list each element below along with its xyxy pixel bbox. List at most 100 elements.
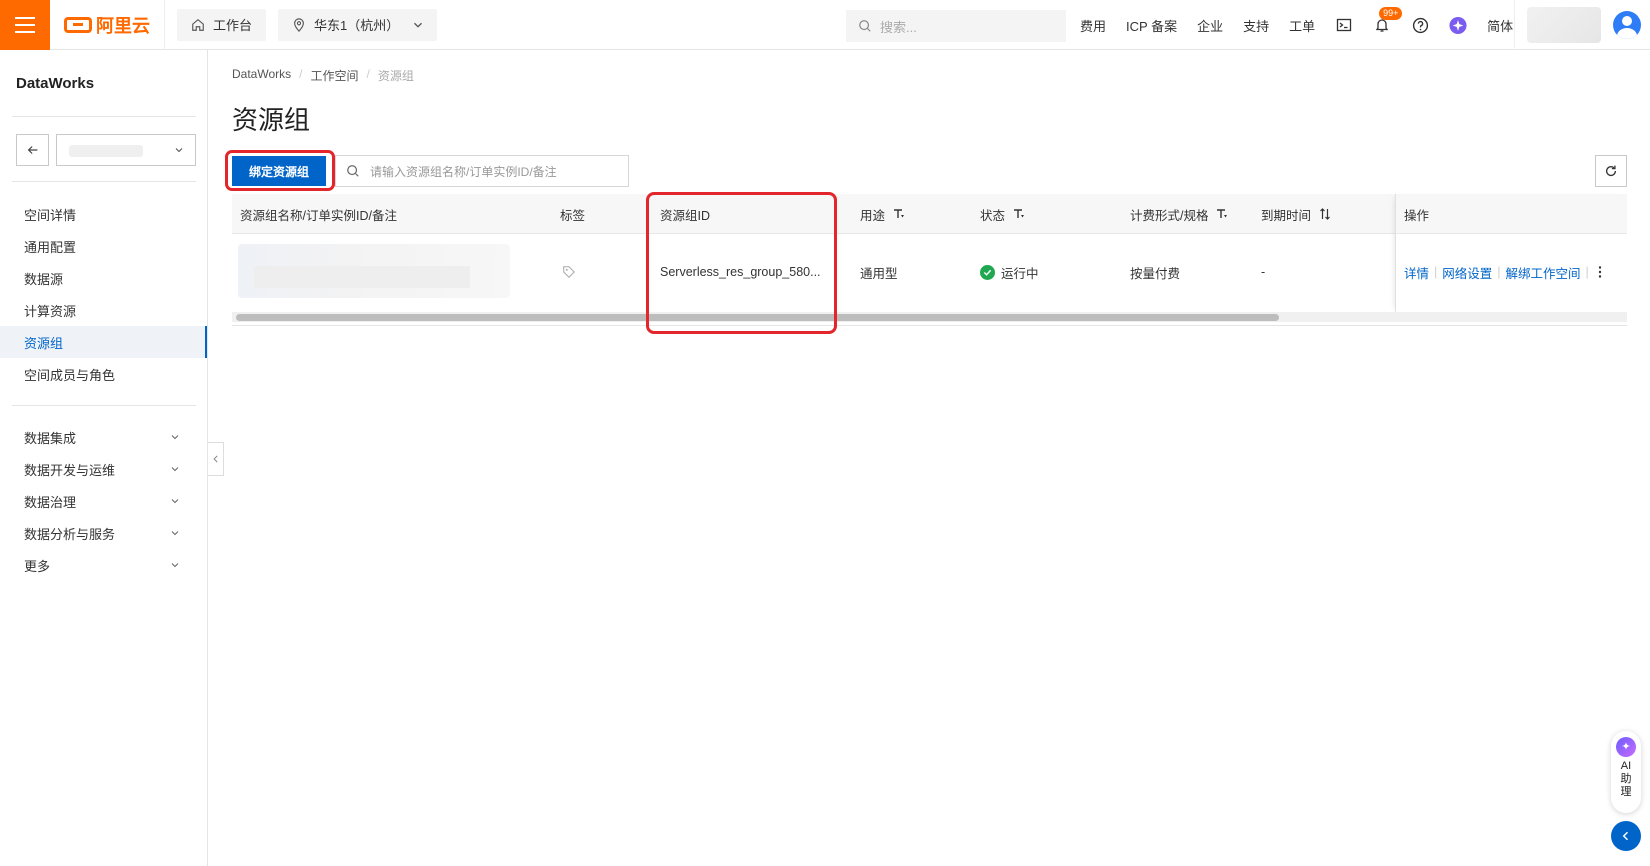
bind-resource-group-button[interactable]: 绑定资源组 [232, 156, 326, 186]
home-icon [192, 18, 204, 31]
breadcrumb-separator: / [366, 67, 370, 81]
workbench-button[interactable]: 工作台 [177, 8, 267, 41]
account-name-redacted [1527, 7, 1601, 43]
region-selector[interactable]: 华东1（杭州） [278, 8, 438, 41]
workbench-label: 工作台 [213, 18, 253, 33]
aliyun-logo-icon [64, 16, 92, 33]
expiry-cell: - [1261, 234, 1265, 310]
enterprise-link[interactable]: 企业 [1197, 16, 1223, 35]
expiry-value: - [1261, 265, 1266, 279]
filter-icon[interactable] [1013, 208, 1025, 220]
status-cell: 运行中 [980, 234, 1039, 310]
filter-icon[interactable] [893, 208, 905, 220]
usage-value: 通用型 [860, 266, 898, 281]
chevron-down-icon [414, 22, 423, 28]
sidebar-collapse-button[interactable] [208, 442, 224, 476]
chevron-left-icon [1622, 831, 1629, 841]
sidebar-item-members-roles[interactable]: 空间成员与角色 [0, 358, 207, 390]
ai-sparkle-icon[interactable] [1449, 16, 1467, 34]
cost-link[interactable]: 费用 [1080, 16, 1106, 35]
tag-icon[interactable] [562, 265, 576, 279]
ai-assistant-collapse-button[interactable] [1611, 821, 1641, 851]
sidebar-title: DataWorks [16, 75, 95, 92]
more-vertical-icon[interactable] [1594, 265, 1606, 279]
breadcrumb: DataWorks / 工作空间 / 资源组 [232, 67, 414, 84]
refresh-button[interactable] [1595, 155, 1627, 187]
ai-assistant-tab[interactable]: ✦ AI 助 理 [1611, 731, 1641, 813]
sidebar-item-resource-group[interactable]: 资源组 [0, 326, 207, 358]
search-placeholder: 请输入资源组名称/订单实例ID/备注 [370, 164, 557, 179]
column-header-tags: 标签 [560, 194, 585, 234]
support-link[interactable]: 支持 [1243, 16, 1269, 35]
operations-column: 操作 详情 | 网络设置 | 解绑工作空间 | [1395, 194, 1627, 312]
breadcrumb-item[interactable]: DataWorks [232, 67, 291, 84]
column-header-expiry: 到期时间 [1261, 194, 1331, 234]
sidebar-group-label: 数据分析与服务 [24, 526, 116, 542]
user-account-area[interactable] [1514, 0, 1650, 50]
sidebar-item-data-source[interactable]: 数据源 [0, 262, 207, 294]
region-label: 华东1（杭州） [314, 18, 400, 33]
filter-icon[interactable] [1216, 208, 1228, 220]
action-separator: | [1434, 265, 1438, 279]
help-icon[interactable] [1411, 16, 1429, 34]
sidebar-group-more[interactable]: 更多 [0, 549, 207, 581]
user-avatar-icon[interactable] [1613, 11, 1641, 39]
sidebar-group-data-dev-ops[interactable]: 数据开发与运维 [0, 453, 207, 485]
column-header-label: 用途 [860, 208, 886, 223]
notification-badge: 99+ [1379, 7, 1403, 20]
workspace-selector[interactable] [56, 134, 196, 166]
sort-icon[interactable] [1319, 208, 1331, 220]
ai-assistant-label: 助 [1620, 773, 1632, 785]
chevron-down-icon [171, 467, 179, 472]
network-settings-link[interactable]: 网络设置 [1442, 263, 1492, 282]
global-search-placeholder: 搜索... [880, 19, 917, 35]
sidebar-divider [12, 405, 196, 406]
page-title: 资源组 [232, 105, 311, 135]
breadcrumb-current: 资源组 [377, 69, 414, 83]
horizontal-scrollbar[interactable] [232, 312, 1627, 322]
refresh-icon [1605, 165, 1617, 177]
global-search-input[interactable]: 搜索... [846, 10, 1066, 42]
sidebar-group-data-analysis[interactable]: 数据分析与服务 [0, 517, 207, 549]
check-circle-icon [980, 264, 995, 280]
breadcrumb-separator: / [299, 67, 303, 81]
column-header-usage: 用途 [860, 194, 905, 234]
sidebar-item-label: 资源组 [24, 335, 64, 351]
workspace-name-redacted [69, 145, 143, 157]
sidebar-group-data-governance[interactable]: 数据治理 [0, 485, 207, 517]
unbind-workspace-link[interactable]: 解绑工作空间 [1506, 263, 1581, 282]
location-pin-icon [294, 17, 304, 32]
sidebar-item-label: 空间详情 [24, 207, 77, 223]
tag-cell[interactable] [562, 234, 576, 310]
aliyun-logo[interactable]: 阿里云 [50, 0, 165, 50]
chevron-down-icon [171, 531, 179, 536]
sidebar-item-general-config[interactable]: 通用配置 [0, 230, 207, 262]
search-icon [347, 165, 359, 177]
notification-bell-icon[interactable]: 99+ [1373, 7, 1403, 34]
top-navigation-bar: 阿里云 工作台 华东1（杭州） 搜索... 费用 ICP 备案 企业 支持 工单… [0, 0, 1650, 50]
sidebar-item-space-details[interactable]: 空间详情 [0, 198, 207, 230]
hamburger-menu-button[interactable] [0, 0, 50, 50]
column-header-operations: 操作 [1404, 194, 1429, 234]
chevron-down-icon [171, 499, 179, 504]
column-header-label: 资源组名称/订单实例ID/备注 [240, 208, 397, 223]
column-header-label: 标签 [560, 208, 586, 223]
breadcrumb-item[interactable]: 工作空间 [310, 67, 358, 84]
top-links: 费用 ICP 备案 企业 支持 工单 99+ 简体 [1080, 0, 1513, 50]
details-link[interactable]: 详情 [1404, 263, 1429, 282]
sidebar-item-compute-resources[interactable]: 计算资源 [0, 294, 207, 326]
column-header-billing: 计费形式/规格 [1130, 194, 1228, 234]
arrow-left-icon [27, 146, 37, 154]
icp-filing-link[interactable]: ICP 备案 [1126, 16, 1177, 35]
brand-name: 阿里云 [96, 15, 150, 36]
chevron-down-icon [171, 563, 179, 568]
sidebar-group-label: 数据治理 [24, 494, 77, 510]
language-switch[interactable]: 简体 [1487, 16, 1513, 35]
sidebar-item-label: 数据源 [24, 271, 64, 287]
terminal-icon[interactable] [1335, 16, 1353, 34]
ticket-link[interactable]: 工单 [1289, 16, 1315, 35]
back-button[interactable] [16, 134, 49, 166]
sidebar-group-data-integration[interactable]: 数据集成 [0, 421, 207, 453]
resource-group-search-input[interactable]: 请输入资源组名称/订单实例ID/备注 [335, 155, 629, 187]
resource-group-name-redacted [238, 244, 510, 298]
